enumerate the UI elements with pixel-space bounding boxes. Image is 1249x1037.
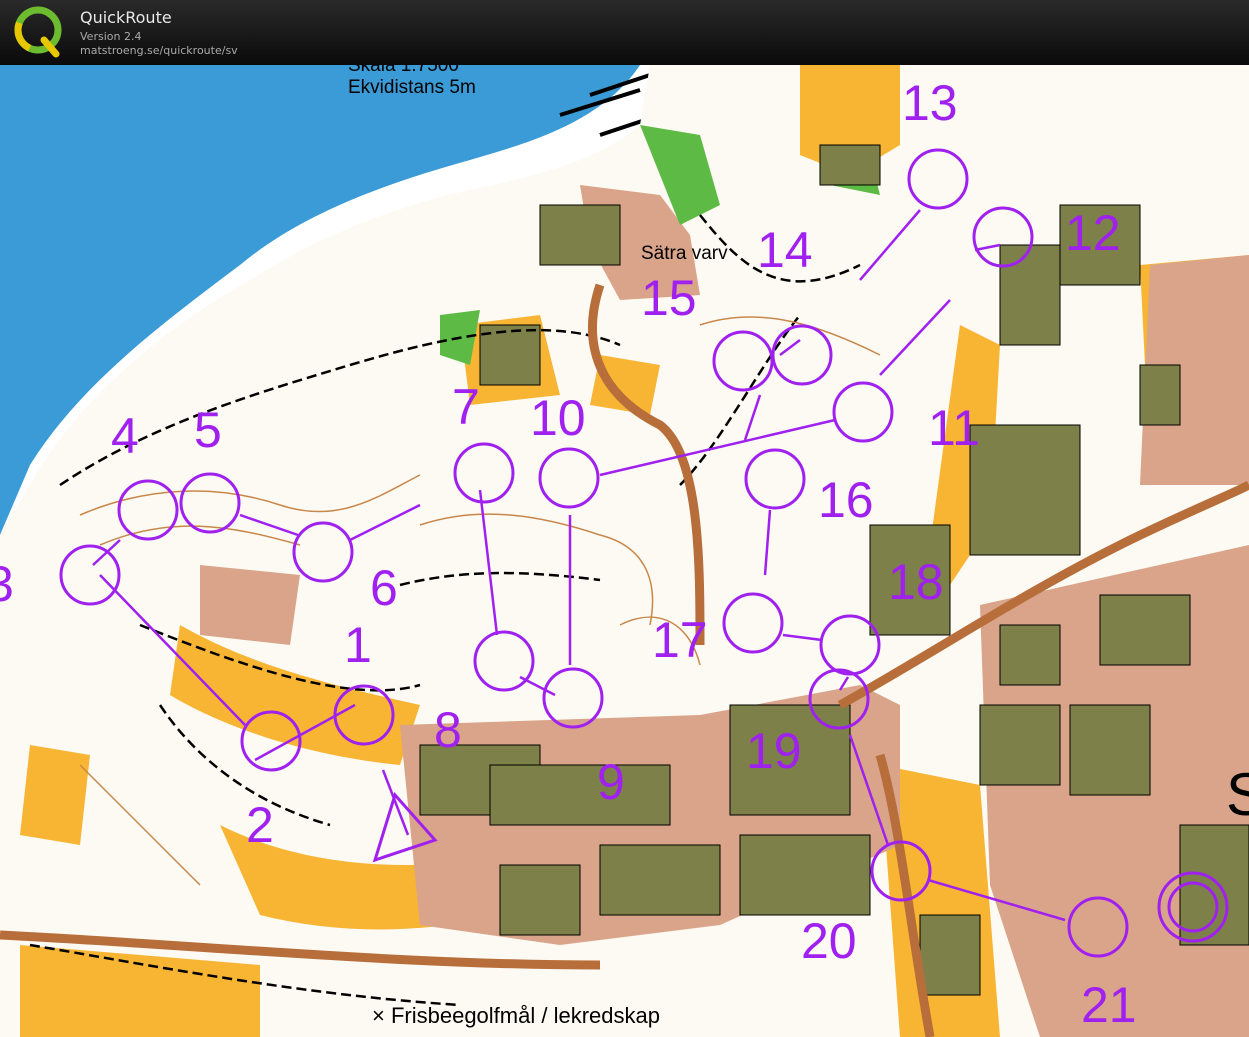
control-number: 16 [818, 472, 874, 528]
control-number: 19 [746, 723, 802, 779]
orienteering-map[interactable]: Skala 1:7500 Ekvidistans 5m Sätra varv ×… [0, 65, 1249, 1037]
control-number: 17 [652, 612, 708, 668]
control-number: 15 [641, 270, 697, 326]
control-number: 4 [111, 408, 139, 464]
control-number: 9 [597, 754, 625, 810]
control-number: 18 [888, 554, 944, 610]
app-url[interactable]: matstroeng.se/quickroute/sv [80, 44, 238, 57]
control-number: 11 [928, 400, 980, 456]
control-number: 10 [530, 390, 586, 446]
app-version: Version 2.4 [80, 30, 142, 43]
control-number: 1 [344, 617, 372, 673]
control-number: 7 [452, 379, 480, 435]
control-number: 21 [1081, 977, 1137, 1033]
place-name: Sätra varv [641, 243, 728, 264]
app-name: QuickRoute [80, 8, 172, 27]
map-graphics [0, 65, 1249, 1037]
control-number: 13 [902, 75, 958, 131]
title-bar: QuickRoute Version 2.4 matstroeng.se/qui… [0, 0, 1249, 65]
control-number: 5 [194, 402, 222, 458]
control-number: 2 [246, 797, 274, 853]
control-number: 14 [757, 222, 813, 278]
control-number: 8 [434, 702, 462, 758]
map-legend: × Frisbeegolfmål / lekredskap [372, 1003, 660, 1028]
control-number: 20 [801, 913, 857, 969]
map-scale: Skala 1:7500 [348, 65, 459, 76]
quickroute-logo-icon [14, 6, 62, 58]
map-equidistance: Ekvidistans 5m [348, 77, 476, 98]
quickroute-window: QuickRoute Version 2.4 matstroeng.se/qui… [0, 0, 1249, 1037]
control-number: 12 [1065, 205, 1121, 261]
control-number: 3 [0, 559, 14, 609]
map-edge-letter: S [1226, 761, 1249, 828]
control-number: 6 [370, 560, 398, 616]
